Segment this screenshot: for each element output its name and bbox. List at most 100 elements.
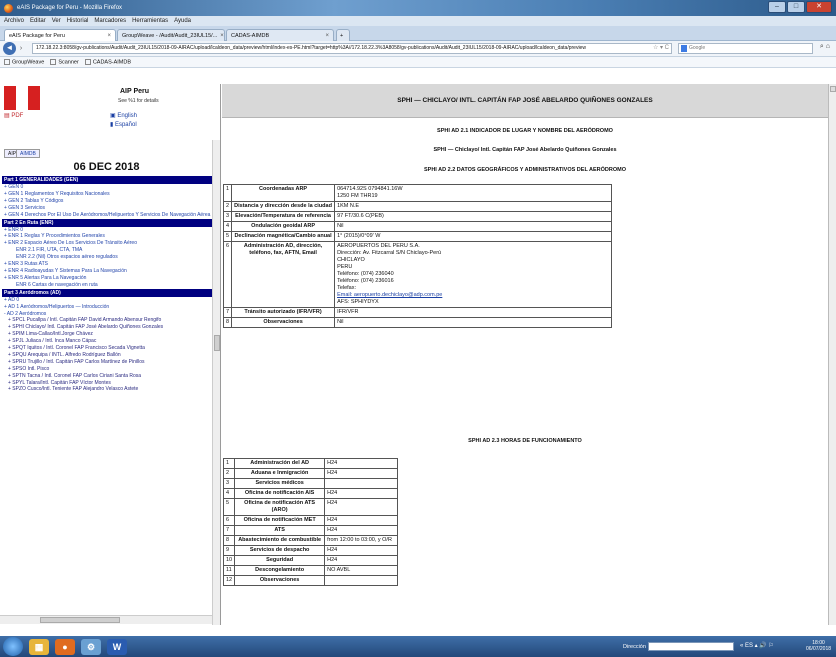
toc-item[interactable]: + SPQU Arequipa / INTL. Alfredo Rodrígue… <box>2 352 213 359</box>
aerodrome-name: SPHI — Chiclayo/ Intl. Capitán FAP José … <box>433 147 617 153</box>
menu-editar[interactable]: Editar <box>30 18 46 24</box>
system-tray[interactable]: « ES ▴ 🔊 ⚐ <box>740 642 774 649</box>
scrollbar-thumb[interactable] <box>214 335 220 351</box>
url-bar[interactable]: 172.18.22.3:8058/gv-publications/Audit/A… <box>32 43 672 54</box>
menu-marcadores[interactable]: Marcadores <box>94 18 126 24</box>
menu-herramientas[interactable]: Herramientas <box>132 18 168 24</box>
back-button[interactable]: ◄ <box>3 42 16 55</box>
new-tab-button[interactable]: + <box>336 29 350 41</box>
toc-item[interactable]: ENR 2.2 (Nil) Otros espacios aéreo regul… <box>2 254 213 261</box>
toc-item[interactable]: + GEN 1 Reglamentos Y Requisitos Naciona… <box>2 191 213 198</box>
vertical-scrollbar[interactable] <box>828 84 836 625</box>
tab-cadas[interactable]: CADAS-AIMDB × <box>226 29 334 41</box>
value-line: CHICLAYO <box>337 257 365 263</box>
firefox-taskbar-icon[interactable]: ● <box>55 638 75 655</box>
horizontal-scrollbar[interactable] <box>0 615 212 624</box>
spanish-label: Español <box>114 122 137 128</box>
tab-groupweave[interactable]: GroupWeave - /Audit/Audit_23IUL15/... × <box>117 29 225 41</box>
settings-icon[interactable]: ⚙ <box>81 638 101 655</box>
toc-item[interactable]: + AD 0 <box>2 297 213 304</box>
toc-item[interactable]: + SPSO Intl. Pisco <box>2 366 213 373</box>
explorer-icon[interactable]: ▦ <box>29 638 49 655</box>
maximize-button[interactable]: □ <box>787 1 805 13</box>
english-link[interactable]: ▣ English <box>110 112 137 119</box>
bookmark-scanner[interactable]: Scanner <box>50 58 79 65</box>
toc-item[interactable]: + GEN 0 <box>2 184 213 191</box>
pdf-link[interactable]: ▤ PDF <box>4 112 23 119</box>
table-row: 8 Observaciones Nil <box>222 317 612 328</box>
row-label: Elevación/Temperatura de referencia <box>231 211 336 222</box>
toc-item[interactable]: + SPJL Juliaca / Intl. Inca Manco Cápac <box>2 338 213 345</box>
table-row: 3 Servicios médicos <box>222 478 398 489</box>
tab-label: eAIS Package for Peru <box>9 32 65 39</box>
tab-eais[interactable]: eAIS Package for Peru × <box>4 29 116 41</box>
toc-item[interactable]: + SPYL Talara/Intl. Capitán FAP Víctor M… <box>2 380 213 387</box>
close-icon[interactable]: × <box>217 33 224 39</box>
minimize-button[interactable]: – <box>768 1 786 13</box>
toc-item[interactable]: + ENR 4 Radioayudas Y Sistemas Para La N… <box>2 268 213 275</box>
window-titlebar: eAIS Package for Peru - Mozilla Firefox … <box>0 0 836 16</box>
spanish-link[interactable]: ▮ Español <box>110 121 137 128</box>
row-number: 7 <box>222 307 233 318</box>
reload-icon[interactable]: ☆ ▾ C <box>653 44 669 53</box>
row-label: Ondulación geoidal ARP <box>231 221 336 232</box>
toc-item[interactable]: + ENR 0 <box>2 227 213 234</box>
toc-part-header[interactable]: Part 1 GENERALIDADES (GEN) <box>2 176 213 184</box>
toc-item[interactable]: + SPQT Iquitos / Intl. Coronel FAP Franc… <box>2 345 213 352</box>
toc-item[interactable]: + GEN 3 Servicios <box>2 205 213 212</box>
toc-item[interactable]: + SPTN Tacna / Intl. Coronel FAP Carlos … <box>2 373 213 380</box>
search-input[interactable]: Google <box>678 43 813 54</box>
bookmark-groupweave[interactable]: GroupWeave <box>4 58 44 65</box>
home-icon[interactable]: ⌕ ⌂ <box>820 43 830 51</box>
toc-part-header[interactable]: Part 3 Aeródromos (AD) <box>2 288 213 297</box>
tab-aimdb[interactable]: AIMDB <box>16 149 40 158</box>
menu-historial[interactable]: Historial <box>67 18 89 24</box>
toc-item[interactable]: + SPRU Trujillo / Intl. Capitán FAP Carl… <box>2 359 213 366</box>
row-number: 11 <box>222 565 236 576</box>
toc-item[interactable]: - AD 2 Aeródromos <box>2 311 213 318</box>
close-icon[interactable]: × <box>104 33 111 39</box>
toc-item[interactable]: + AD 1 Aeródromos/Helipuertos — Introduc… <box>2 304 213 311</box>
toc-item[interactable]: + GEN 2 Tablas Y Códigos <box>2 198 213 205</box>
scroll-up-arrow[interactable] <box>830 86 836 92</box>
row-number: 6 <box>222 515 236 526</box>
scrollbar-thumb[interactable] <box>40 617 120 623</box>
toc-item[interactable]: + SPIM Lima-Callao/Intl.Jorge Chávez <box>2 331 213 338</box>
toc-item[interactable]: + ENR 3 Rutas ATS <box>2 261 213 268</box>
value-line: PERU <box>337 264 353 270</box>
row-number: 3 <box>222 211 233 222</box>
vertical-scrollbar[interactable] <box>212 140 220 625</box>
toc-item[interactable]: + ENR 5 Alertas Para La Navegación <box>2 275 213 282</box>
toc-item[interactable]: + SPZO Cusco/Intl. Teniente FAP Alejandr… <box>2 386 213 393</box>
close-icon[interactable]: × <box>322 33 329 39</box>
toc-item[interactable]: + GEN 4 Derechos Por El Uso De Aeródromo… <box>2 212 213 219</box>
table-row: 1 Administración del AD H24 <box>222 458 398 469</box>
table-row: 2 Aduana e Inmigración H24 <box>222 468 398 479</box>
menu-ver[interactable]: Ver <box>52 18 61 24</box>
clock[interactable]: 18:00 06/07/2018 <box>806 640 831 652</box>
forward-icon[interactable]: › <box>16 44 26 54</box>
table-row: 3 Elevación/Temperatura de referencia 97 F… <box>222 211 612 222</box>
search-placeholder: Google <box>689 45 706 51</box>
toc-item[interactable]: + ENR 2 Espacio Aéreo De Los Servicios D… <box>2 240 213 247</box>
toc-item[interactable]: + ENR 1 Reglas Y Procedimientos Generale… <box>2 233 213 240</box>
toc-part-header[interactable]: Part 2 En Ruta (ENR) <box>2 218 213 227</box>
table-row: 8 Abastecimiento de combustible from 12:00… <box>222 535 398 546</box>
value-line: IFR/VFR <box>337 309 359 315</box>
start-button[interactable] <box>3 637 23 656</box>
left-navigation-pane: AIP Peru See %1 for details ▤ PDF ▣ Engl… <box>0 84 221 625</box>
toc-item[interactable]: ENR 2.1 FIR, UTA, CTA, TMA <box>2 247 213 254</box>
close-button[interactable]: ✕ <box>806 1 832 13</box>
row-number: 1 <box>222 184 233 202</box>
menu-ayuda[interactable]: Ayuda <box>174 18 191 24</box>
toc-item[interactable]: + SPCL Pucallpa / Intl. Capitán FAP Davi… <box>2 317 213 324</box>
word-icon[interactable]: W <box>107 638 127 655</box>
menu-archivo[interactable]: Archivo <box>4 18 24 24</box>
toc-item[interactable]: ENR 6 Cartas de navegación en ruta <box>2 282 213 289</box>
row-value: Nil <box>334 317 612 328</box>
row-value: H24 <box>324 458 398 469</box>
bookmark-cadas[interactable]: CADAS-AIMDB <box>84 58 131 65</box>
url-text: 172.18.22.3:8058/gv-publications/Audit/A… <box>36 45 586 51</box>
toc-item[interactable]: + SPHI Chiclayo/ Intl. Capitán FAP José … <box>2 324 213 331</box>
address-toolbar-input[interactable] <box>648 642 734 651</box>
